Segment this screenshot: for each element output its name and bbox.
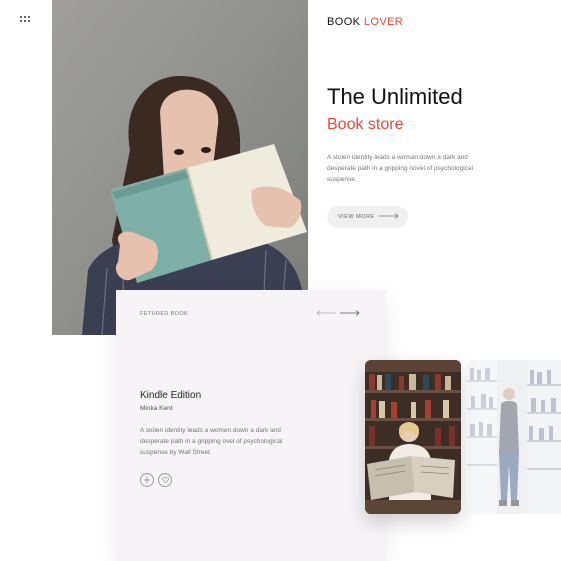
brand-name-part2: LOVER	[363, 16, 404, 28]
menu-grid-icon[interactable]	[20, 16, 32, 24]
book-description: A stolen identity leads a women down a d…	[140, 427, 283, 456]
gallery-thumbnail-reading[interactable]	[365, 360, 461, 514]
brand-logo[interactable]: BOOK LOVER	[327, 16, 403, 28]
featured-book-card: FETURED BOOK Kindle Edition Minka Kent A…	[116, 290, 386, 561]
like-button[interactable]	[158, 473, 172, 487]
hero-title: The Unlimited	[327, 84, 463, 109]
plus-icon	[144, 477, 150, 483]
view-more-label: VIEW MORE	[338, 214, 375, 220]
arrow-right-icon	[379, 213, 399, 219]
view-more-button[interactable]: VIEW MORE	[327, 206, 408, 228]
gallery-thumbnail-browsing[interactable]	[467, 360, 561, 514]
hero-description: A stolen identity leads a woman down a d…	[327, 154, 473, 183]
hero-photo	[52, 0, 308, 335]
add-button[interactable]	[140, 473, 154, 487]
hero-subtitle: Book store	[327, 116, 404, 133]
book-title: Kindle Edition	[140, 390, 202, 401]
arrow-left-icon[interactable]	[316, 310, 336, 316]
woman-reading-newspaper-image	[365, 360, 461, 514]
carousel-arrows	[316, 310, 360, 316]
book-author: Minka Kent	[140, 405, 173, 412]
arrow-right-icon[interactable]	[340, 310, 360, 316]
woman-with-book-illustration	[52, 0, 308, 335]
featured-eyebrow: FETURED BOOK	[140, 311, 189, 317]
thumbnail-fade-overlay	[467, 360, 561, 514]
heart-icon	[161, 477, 169, 483]
brand-name-part1: BOOK	[327, 16, 361, 28]
